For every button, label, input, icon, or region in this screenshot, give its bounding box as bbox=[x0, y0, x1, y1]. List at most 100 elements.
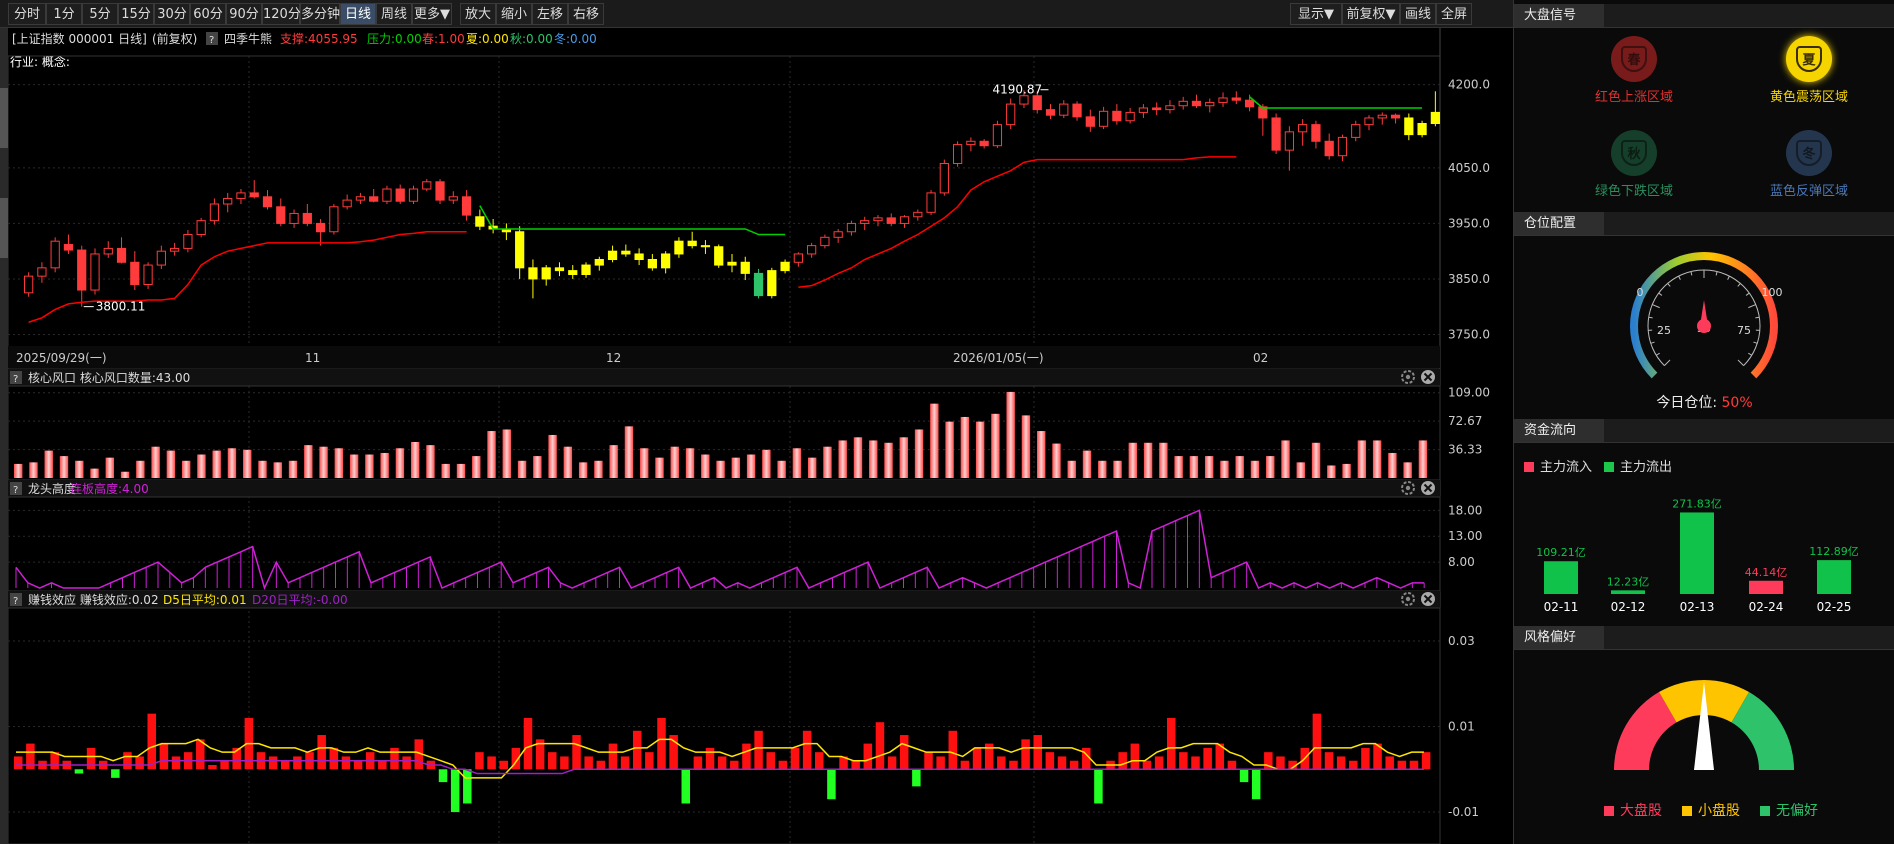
candle-body[interactable] bbox=[1045, 109, 1056, 116]
money-bar[interactable] bbox=[620, 756, 630, 770]
close-icon[interactable] bbox=[1421, 481, 1435, 495]
candle-body[interactable] bbox=[860, 220, 870, 224]
money-bar[interactable] bbox=[341, 756, 351, 770]
money-bar[interactable] bbox=[1239, 769, 1249, 783]
period-button[interactable]: 5分 bbox=[82, 3, 118, 25]
wind-bar[interactable] bbox=[273, 462, 282, 478]
candle-body[interactable] bbox=[37, 267, 47, 277]
candle-body[interactable] bbox=[926, 192, 936, 213]
candle-body[interactable] bbox=[355, 196, 366, 201]
candle-body[interactable] bbox=[448, 196, 458, 201]
wind-bar[interactable] bbox=[807, 457, 817, 478]
money-bar[interactable] bbox=[778, 760, 788, 770]
candle-body[interactable] bbox=[661, 253, 671, 269]
candle-body[interactable] bbox=[568, 270, 578, 275]
money-bar[interactable] bbox=[681, 769, 691, 804]
money-bar[interactable] bbox=[802, 730, 812, 770]
money-bar[interactable] bbox=[475, 752, 484, 770]
candle-body[interactable] bbox=[1390, 114, 1401, 119]
money-bar[interactable] bbox=[790, 747, 800, 770]
period-button[interactable]: 120分 bbox=[262, 3, 301, 25]
money-bar[interactable] bbox=[74, 769, 84, 774]
money-bar[interactable] bbox=[1191, 756, 1200, 770]
wind-bar[interactable] bbox=[884, 442, 893, 478]
wind-bar[interactable] bbox=[105, 457, 115, 478]
wind-bar[interactable] bbox=[1250, 460, 1260, 478]
candle-body[interactable] bbox=[873, 217, 883, 222]
candle-body[interactable] bbox=[700, 245, 711, 248]
money-bar[interactable] bbox=[1409, 760, 1419, 770]
money-bar[interactable] bbox=[1009, 760, 1018, 770]
money-bar[interactable] bbox=[281, 760, 290, 770]
wind-bar[interactable] bbox=[181, 460, 191, 478]
money-bar[interactable] bbox=[1336, 756, 1346, 770]
wind-bar[interactable] bbox=[456, 463, 466, 478]
money-bar[interactable] bbox=[693, 756, 703, 770]
wind-bar[interactable] bbox=[365, 454, 374, 478]
wind-bar[interactable] bbox=[14, 463, 23, 478]
money-bar[interactable] bbox=[1385, 756, 1394, 770]
money-bar[interactable] bbox=[899, 735, 909, 770]
candle-body[interactable] bbox=[276, 206, 286, 224]
candle-body[interactable] bbox=[1364, 117, 1374, 126]
money-bar[interactable] bbox=[827, 769, 836, 800]
money-bar[interactable] bbox=[972, 747, 982, 770]
candle-body[interactable] bbox=[382, 188, 392, 202]
candle-body[interactable] bbox=[1337, 136, 1348, 157]
candle-body[interactable] bbox=[63, 244, 74, 251]
wind-bar[interactable] bbox=[777, 460, 786, 478]
money-bar[interactable] bbox=[353, 760, 363, 770]
candle-body[interactable] bbox=[289, 212, 299, 224]
candle-body[interactable] bbox=[1430, 111, 1440, 125]
money-bar[interactable] bbox=[754, 730, 763, 770]
money-bar[interactable] bbox=[1203, 747, 1212, 770]
toolbar-right-button[interactable]: 画线 bbox=[1400, 3, 1436, 25]
money-bar[interactable] bbox=[730, 760, 739, 770]
wind-bar[interactable] bbox=[288, 460, 298, 478]
candle-body[interactable] bbox=[1125, 111, 1135, 122]
wind-bar[interactable] bbox=[197, 454, 206, 478]
money-bar[interactable] bbox=[438, 769, 448, 783]
money-bar[interactable] bbox=[596, 760, 606, 770]
wind-bar[interactable] bbox=[1388, 452, 1397, 478]
flow-bar[interactable] bbox=[1749, 580, 1783, 594]
close-icon[interactable] bbox=[1421, 370, 1435, 384]
flow-bar[interactable] bbox=[1680, 512, 1714, 594]
wind-bar[interactable] bbox=[991, 413, 1000, 478]
season-indicator[interactable]: 夏黄色震荡区域 bbox=[1734, 36, 1884, 105]
wind-bar[interactable] bbox=[1311, 442, 1321, 478]
candle-body[interactable] bbox=[647, 259, 657, 269]
money-bar[interactable] bbox=[960, 760, 970, 770]
wind-bar[interactable] bbox=[716, 460, 725, 478]
wind-bar[interactable] bbox=[899, 437, 908, 478]
candle-body[interactable] bbox=[1072, 103, 1082, 118]
wind-bar[interactable] bbox=[1159, 442, 1168, 478]
candle-body[interactable] bbox=[90, 253, 100, 291]
money-bar[interactable] bbox=[135, 756, 144, 770]
candle-body[interactable] bbox=[1298, 124, 1308, 133]
toolbar-right-button[interactable]: 前复权▼ bbox=[1342, 3, 1400, 25]
candle-body[interactable] bbox=[1191, 100, 1202, 107]
money-bar[interactable] bbox=[924, 752, 933, 770]
candle-body[interactable] bbox=[1152, 107, 1162, 111]
wind-bar[interactable] bbox=[1006, 391, 1015, 478]
wind-bar[interactable] bbox=[960, 416, 970, 478]
money-bar[interactable] bbox=[645, 752, 654, 770]
wind-bar[interactable] bbox=[1082, 450, 1092, 478]
candle-body[interactable] bbox=[103, 247, 113, 255]
wind-bar[interactable] bbox=[655, 457, 664, 478]
wind-bar[interactable] bbox=[853, 437, 863, 478]
candle-body[interactable] bbox=[541, 267, 551, 280]
money-bar[interactable] bbox=[560, 756, 569, 770]
wind-bar[interactable] bbox=[1113, 460, 1122, 478]
candle-body[interactable] bbox=[1417, 123, 1427, 136]
candle-body[interactable] bbox=[262, 196, 273, 208]
wind-bar[interactable] bbox=[349, 454, 359, 478]
candle-body[interactable] bbox=[223, 197, 233, 205]
wind-bar[interactable] bbox=[1189, 456, 1199, 478]
wind-bar[interactable] bbox=[410, 442, 420, 478]
candle-body[interactable] bbox=[607, 250, 618, 261]
money-bar[interactable] bbox=[912, 769, 921, 787]
wind-bar[interactable] bbox=[166, 450, 176, 478]
money-bar[interactable] bbox=[1021, 739, 1030, 770]
